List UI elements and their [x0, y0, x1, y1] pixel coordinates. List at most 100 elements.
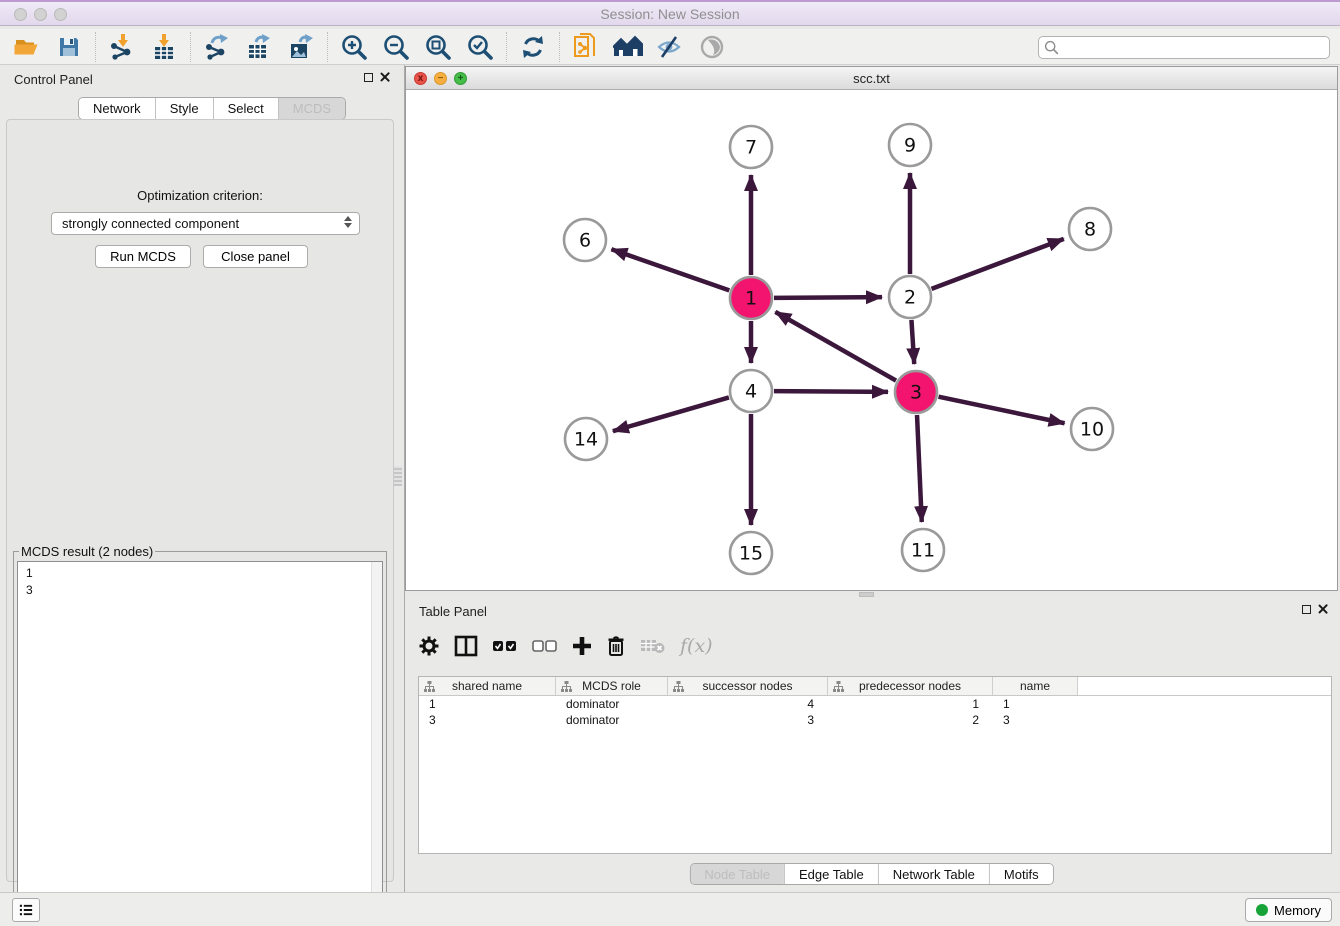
- graph-edge-2-8[interactable]: [932, 239, 1064, 289]
- home-houses-icon: [613, 35, 643, 59]
- mcds-result-text[interactable]: 13: [17, 561, 383, 917]
- zoom-in-icon: [340, 33, 368, 61]
- criterion-dropdown-value: strongly connected component: [62, 216, 239, 231]
- graph-edge-4-3[interactable]: [774, 391, 888, 392]
- zoom-out-button[interactable]: [375, 31, 417, 63]
- criterion-dropdown[interactable]: strongly connected component: [51, 212, 360, 235]
- graph-edge-3-10[interactable]: [939, 397, 1065, 424]
- table-row[interactable]: 3dominator323: [419, 712, 1331, 728]
- clone-network-button[interactable]: [565, 31, 607, 63]
- vertical-splitter-handle[interactable]: [394, 466, 402, 486]
- create-column-button[interactable]: [572, 633, 592, 659]
- column-header-MCDS-role[interactable]: MCDS role: [556, 677, 668, 695]
- graph-edge-2-3[interactable]: [911, 320, 914, 364]
- save-session-button[interactable]: [48, 31, 90, 63]
- network-window-titlebar: x − + scc.txt: [406, 67, 1337, 90]
- application-window: Session: New Session: [0, 0, 1340, 926]
- select-all-columns-button[interactable]: [492, 633, 518, 659]
- graph-node-label: 4: [745, 381, 757, 403]
- search-input[interactable]: [1059, 40, 1329, 56]
- table-tab-edge-table[interactable]: Edge Table: [784, 864, 878, 884]
- first-neighbors-button[interactable]: [607, 31, 649, 63]
- table-row[interactable]: 1dominator411: [419, 696, 1331, 712]
- cell-predecessor-nodes[interactable]: 1: [828, 696, 993, 712]
- graph-edge-1-2[interactable]: [774, 297, 882, 298]
- cell-MCDS-role[interactable]: dominator: [556, 696, 668, 712]
- network-window-title: scc.txt: [406, 71, 1337, 86]
- close-panel-icon[interactable]: [380, 72, 390, 82]
- import-network-button[interactable]: [101, 31, 143, 63]
- function-builder-button[interactable]: f(x): [680, 635, 713, 657]
- cell-MCDS-role[interactable]: dominator: [556, 712, 668, 728]
- float-table-panel-icon[interactable]: [1302, 605, 1311, 614]
- delete-column-button[interactable]: [606, 633, 626, 659]
- table-tab-network-table[interactable]: Network Table: [878, 864, 989, 884]
- table-tab-node-table[interactable]: Node Table: [690, 864, 784, 884]
- open-session-button[interactable]: [6, 31, 48, 63]
- graph-node-label: 2: [904, 287, 916, 309]
- table-panel-title: Table Panel: [419, 604, 487, 619]
- column-header-successor-nodes[interactable]: successor nodes: [668, 677, 828, 695]
- cell-name[interactable]: 1: [993, 696, 1078, 712]
- tab-network[interactable]: Network: [79, 98, 155, 119]
- cell-shared-name[interactable]: 3: [419, 712, 556, 728]
- result-scrollbar[interactable]: [371, 562, 382, 916]
- graph-edge-1-6[interactable]: [611, 249, 729, 290]
- run-mcds-button[interactable]: Run MCDS: [95, 245, 191, 268]
- refresh-icon: [520, 34, 546, 60]
- table-body: 1dominator4113dominator323: [419, 696, 1331, 728]
- tab-style[interactable]: Style: [155, 98, 213, 119]
- tab-select[interactable]: Select: [213, 98, 278, 119]
- graph-edge-3-11[interactable]: [917, 415, 922, 522]
- graph-node-label: 15: [739, 543, 763, 565]
- close-panel-button[interactable]: Close panel: [203, 245, 308, 268]
- cell-successor-nodes[interactable]: 4: [668, 696, 828, 712]
- float-panel-icon[interactable]: [364, 73, 373, 82]
- show-column-panel-button[interactable]: [454, 633, 478, 659]
- delete-table-button[interactable]: [640, 633, 666, 659]
- cell-successor-nodes[interactable]: 3: [668, 712, 828, 728]
- table-settings-button[interactable]: [418, 633, 440, 659]
- zoom-in-button[interactable]: [333, 31, 375, 63]
- table-tab-motifs[interactable]: Motifs: [989, 864, 1053, 884]
- cell-predecessor-nodes[interactable]: 2: [828, 712, 993, 728]
- clone-network-icon: [573, 33, 599, 61]
- tab-mcds[interactable]: MCDS: [278, 98, 345, 119]
- export-network-button[interactable]: [196, 31, 238, 63]
- export-image-button[interactable]: [280, 31, 322, 63]
- control-panel-tabs: NetworkStyleSelectMCDS: [78, 97, 346, 120]
- graph-node-label: 6: [579, 230, 591, 252]
- refresh-view-button[interactable]: [512, 31, 554, 63]
- column-header-predecessor-nodes[interactable]: predecessor nodes: [828, 677, 993, 695]
- memory-label: Memory: [1274, 903, 1321, 918]
- unselect-all-columns-button[interactable]: [532, 633, 558, 659]
- task-history-button[interactable]: [12, 898, 40, 922]
- memory-button[interactable]: Memory: [1245, 898, 1332, 922]
- task-list-icon: [19, 903, 33, 917]
- graph-node-label: 8: [1084, 219, 1096, 241]
- zoom-fit-button[interactable]: [417, 31, 459, 63]
- zoom-selected-button[interactable]: [459, 31, 501, 63]
- hide-selected-button[interactable]: [649, 31, 691, 63]
- network-canvas[interactable]: 7968124314101511: [406, 90, 1337, 590]
- trash-icon: [606, 635, 626, 657]
- close-table-panel-icon[interactable]: [1318, 604, 1328, 614]
- show-all-button[interactable]: [691, 31, 733, 63]
- memory-status-icon: [1256, 904, 1268, 916]
- attribute-type-icon: [673, 681, 684, 692]
- graph-edge-4-14[interactable]: [613, 397, 729, 431]
- node-table: shared nameMCDS rolesuccessor nodesprede…: [418, 676, 1332, 854]
- toolbar-separator: [95, 32, 96, 62]
- column-header-name[interactable]: name: [993, 677, 1078, 695]
- gear-icon: [418, 635, 440, 657]
- unchecked-boxes-icon: [532, 639, 558, 653]
- toolbar-separator: [559, 32, 560, 62]
- search-icon: [1044, 40, 1059, 55]
- cell-shared-name[interactable]: 1: [419, 696, 556, 712]
- graph-edge-3-1[interactable]: [775, 312, 896, 381]
- graph-node-label: 7: [745, 137, 757, 159]
- export-table-button[interactable]: [238, 31, 280, 63]
- column-header-shared-name[interactable]: shared name: [419, 677, 556, 695]
- import-table-button[interactable]: [143, 31, 185, 63]
- cell-name[interactable]: 3: [993, 712, 1078, 728]
